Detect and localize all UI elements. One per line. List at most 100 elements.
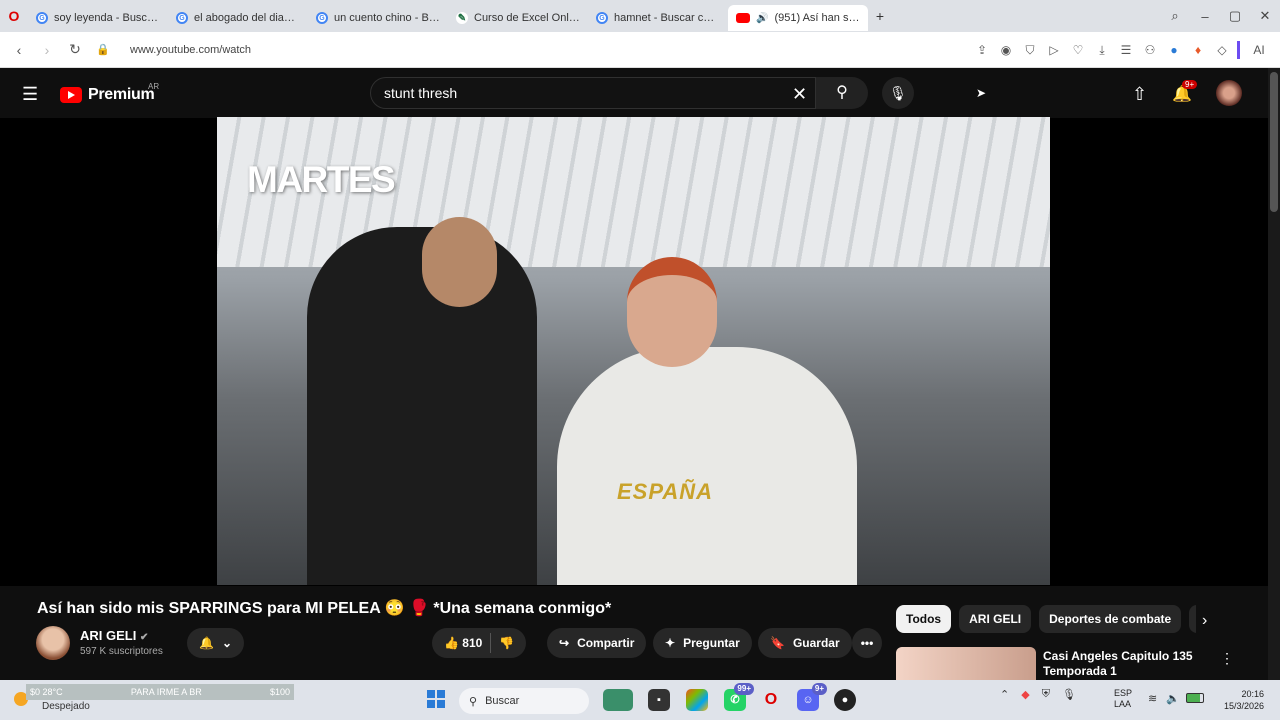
upload-icon[interactable]: ⇧	[1132, 84, 1147, 105]
url-field[interactable]: www.youtube.com/watch	[130, 44, 967, 56]
chip-todos[interactable]: Todos	[896, 605, 952, 633]
dislike-button[interactable]: 👎	[499, 636, 514, 650]
camera-icon[interactable]: ◉	[997, 41, 1015, 59]
search-button[interactable]: ⚲	[816, 77, 868, 109]
close-window-button[interactable]: ✕	[1250, 8, 1280, 24]
share-button[interactable]: ↪ Compartir	[547, 628, 647, 658]
notification-badge: 9+	[1182, 80, 1198, 89]
tab-label: (951) Así han sido mis	[774, 12, 860, 24]
browser-tab-strip: O Gsoy leyenda - Buscar con G Gel abogad…	[0, 0, 1280, 32]
chip-combat-sports[interactable]: Deportes de combate	[1039, 605, 1182, 633]
battery-icon[interactable]	[1186, 693, 1204, 703]
maximize-button[interactable]: ▢	[1220, 8, 1250, 24]
ask-button[interactable]: ✦ Preguntar	[653, 628, 752, 658]
forward-button[interactable]: ›	[36, 42, 58, 58]
taskbar-search[interactable]: ⚲ Buscar	[459, 688, 589, 714]
browser-tab-active[interactable]: 🔊 (951) Así han sido mis	[728, 5, 868, 31]
chip-partial[interactable]: Gi	[1189, 605, 1196, 633]
system-tray: ⌃ ◆ ⛨ 🎙	[1000, 688, 1076, 701]
account-avatar[interactable]	[1216, 80, 1242, 106]
minimize-button[interactable]: –	[1190, 9, 1220, 24]
heart-icon[interactable]: ♡	[1069, 41, 1087, 59]
clear-search-icon[interactable]: ✕	[792, 84, 807, 105]
search-input[interactable]: stunt thresh	[370, 77, 816, 109]
player-icon[interactable]: ▷	[1045, 41, 1063, 59]
scrollbar-thumb[interactable]	[1270, 72, 1278, 212]
channel-avatar[interactable]	[36, 626, 70, 660]
browser-tab[interactable]: Gel abogado del diablo - Bu	[168, 5, 308, 31]
new-tab-button[interactable]: +	[868, 8, 892, 24]
discord-badge: 9+	[811, 683, 827, 695]
clock-time: 20:16	[1241, 689, 1264, 699]
whatsapp-badge: 99+	[734, 683, 754, 695]
subscribe-bell-button[interactable]: 🔔 ⌄	[187, 628, 245, 658]
bell-icon: 🔔	[199, 636, 214, 650]
profile-icon[interactable]: ⚇	[1141, 41, 1159, 59]
copilot-icon[interactable]	[686, 689, 708, 711]
recommendation-thumbnail[interactable]	[896, 647, 1036, 680]
whatsapp-icon[interactable]: ✆ 99+	[724, 683, 754, 711]
notifications-button[interactable]: 🔔 9+	[1172, 80, 1198, 104]
more-actions-button[interactable]: •••	[852, 628, 882, 658]
wifi-icon[interactable]: ≋	[1148, 692, 1157, 705]
app-icon[interactable]: ●	[834, 689, 856, 711]
discord-icon[interactable]: ☺ 9+	[797, 683, 827, 711]
tab-label: el abogado del diablo - Bu	[194, 12, 300, 24]
share-page-icon[interactable]: ⇪	[973, 41, 991, 59]
cube-icon[interactable]: ◇	[1213, 41, 1231, 59]
premium-label: Premium	[88, 86, 155, 103]
shield-icon[interactable]: ⛉	[1021, 41, 1039, 59]
security-icon[interactable]: ⛨	[1042, 688, 1050, 701]
ai-button[interactable]: AI	[1246, 41, 1272, 59]
ticker-right: $100	[269, 687, 290, 697]
reload-button[interactable]: ↻	[64, 41, 86, 58]
opera-taskbar-icon[interactable]: O	[760, 689, 782, 711]
youtube-logo[interactable]: Premium	[60, 86, 155, 104]
ticker-prefix-text: $0	[30, 687, 41, 697]
browser-tab[interactable]: Gun cuento chino - Buscar	[308, 5, 448, 31]
mic-button[interactable]: 🎙	[882, 77, 914, 109]
mic-tray-icon[interactable]: 🎙	[1062, 688, 1076, 701]
tab-label: hamnet - Buscar con Goo	[614, 12, 720, 24]
back-button[interactable]: ‹	[8, 42, 30, 58]
person-left-head	[422, 217, 497, 307]
subscriber-count: 597 K suscriptores	[80, 646, 163, 657]
clock[interactable]: 20:16 15/3/2026	[1216, 688, 1264, 712]
landscape-widget-icon[interactable]	[603, 689, 633, 711]
excel-icon: ✎	[456, 12, 468, 24]
extension-blue-icon[interactable]: ●	[1165, 41, 1183, 59]
browser-tab[interactable]: Gsoy leyenda - Buscar con G	[28, 5, 168, 31]
chevron-right-icon[interactable]: ›	[1202, 612, 1207, 630]
browser-tab[interactable]: ✎ Curso de Excel Online	[448, 5, 588, 31]
browser-tab[interactable]: Ghamnet - Buscar con Goo	[588, 5, 728, 31]
opera-icon[interactable]: O	[0, 8, 28, 24]
lang-bottom: LAA	[1114, 699, 1132, 709]
terminal-icon[interactable]: ▪	[648, 689, 670, 711]
search-tabs-icon[interactable]: ⌕	[1160, 8, 1190, 24]
recommendation-title[interactable]: Casi Angeles Capitulo 135 Temporada 1	[1043, 649, 1203, 679]
mouse-cursor-icon: ➤	[976, 86, 987, 100]
menu-lines-icon[interactable]: ☰	[1117, 41, 1135, 59]
tray-app-icon[interactable]: ◆	[1021, 688, 1029, 701]
volume-icon[interactable]: 🔈	[1166, 692, 1180, 705]
hamburger-menu-icon[interactable]: ☰	[22, 84, 38, 105]
chevron-up-icon[interactable]: ⌃	[1000, 688, 1009, 701]
speaker-icon[interactable]: 🔊	[756, 13, 768, 24]
weather-temp: 28°C	[42, 687, 63, 697]
download-icon[interactable]: ⤓	[1093, 41, 1111, 59]
save-button[interactable]: 🔖 Guardar	[758, 628, 852, 658]
video-frame[interactable]: ESPAÑA MARTES	[217, 117, 1050, 585]
lock-icon[interactable]: 🔒	[92, 43, 114, 56]
like-button[interactable]: 👍 810	[444, 636, 482, 650]
tab-label: soy leyenda - Buscar con G	[54, 12, 160, 24]
channel-name[interactable]: ARI GELI ✔	[80, 628, 148, 643]
region-code: AR	[148, 82, 160, 91]
kebab-menu-icon[interactable]: ⋮	[1220, 650, 1234, 667]
news-ticker[interactable]: $0 28°C PARA IRME A BR $100	[26, 684, 294, 700]
windows-start-icon[interactable]	[427, 690, 445, 708]
bookmark-icon: 🔖	[770, 636, 785, 650]
weather-desc: Despejado	[42, 701, 90, 712]
language-indicator[interactable]: ESP LAA	[1114, 688, 1132, 710]
extension-flame-icon[interactable]: ♦	[1189, 41, 1207, 59]
chip-channel[interactable]: ARI GELI	[959, 605, 1032, 633]
